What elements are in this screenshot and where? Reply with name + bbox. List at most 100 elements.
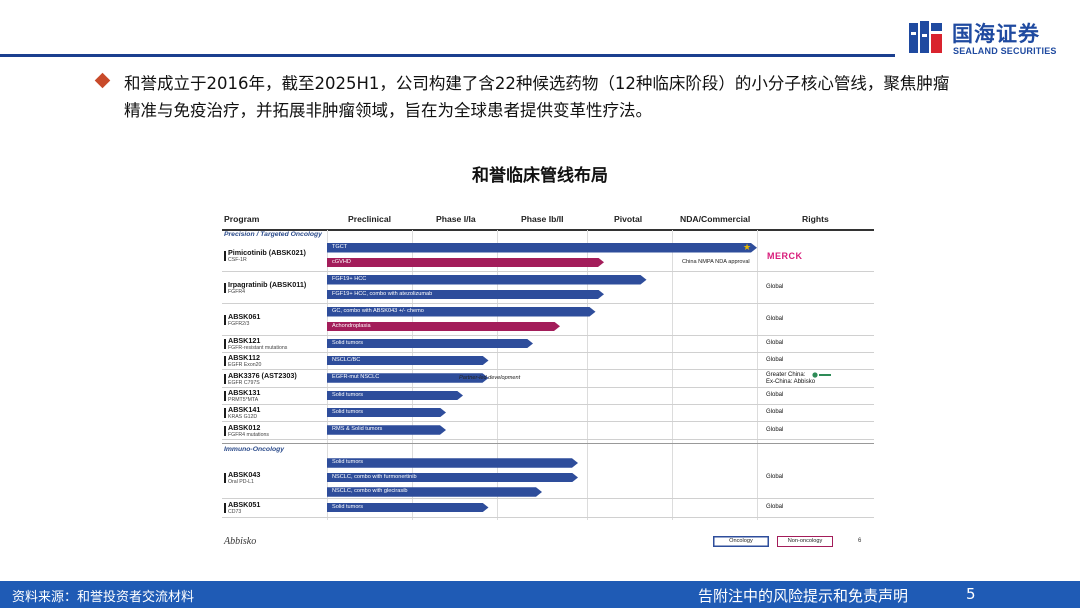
program-marker xyxy=(224,314,226,325)
pipeline-chart: Program Preclinical Phase I/Ia Phase Ib/… xyxy=(222,210,877,555)
program-marker xyxy=(224,373,226,384)
header-pivotal: Pivotal xyxy=(614,214,643,224)
pipeline-bar: Solid tumors xyxy=(327,339,533,349)
row-divider xyxy=(222,303,874,304)
program-rights: Global xyxy=(766,392,784,398)
program-name: ABSK043 xyxy=(228,470,261,479)
program-name: ABSK121 xyxy=(228,336,261,345)
pipeline-bar: TGCT xyxy=(327,243,757,253)
header-rights: Rights xyxy=(802,214,829,224)
pipeline-bar: Solid tumors xyxy=(327,391,463,401)
partner-logo-icon xyxy=(812,372,831,378)
row-divider xyxy=(222,352,874,353)
program-label: ABSK131 PRMT5*MTA xyxy=(228,388,260,403)
program-marker xyxy=(224,282,226,293)
diamond-bullet-icon xyxy=(94,72,111,89)
program-name: ABSK012 xyxy=(228,422,261,432)
column-divider xyxy=(757,230,758,520)
row-divider xyxy=(222,439,874,440)
header-program: Program xyxy=(224,214,260,224)
pipeline-bar: NSCLC/BC xyxy=(327,356,489,366)
program-label: Irpagratinib (ABSK011) FGFR4 xyxy=(228,280,306,295)
pipeline-bar: GC, combo with ABSK043 +/- chemo xyxy=(327,307,596,317)
row-divider xyxy=(222,517,874,518)
program-name: ABSK141 xyxy=(228,405,261,414)
program-target: FGFR-resistant mutations xyxy=(228,345,288,351)
program-rights: Global xyxy=(766,357,784,363)
company-logo: 国海证券 SEALAND SECURITIES xyxy=(908,18,1073,62)
program-label: ABSK043 Oral PD-L1 xyxy=(228,470,260,485)
program-rights: Global xyxy=(766,504,784,510)
summary-line-1: 和誉成立于2016年，截至2025H1，公司构建了含22种候选药物（12种临床阶… xyxy=(124,74,950,93)
program-rights: Global xyxy=(766,315,784,322)
program-marker xyxy=(224,503,226,513)
pipeline-bar: FGF19+ HCC xyxy=(327,275,647,285)
logo-chinese-name: 国海证券 xyxy=(952,22,1040,46)
abbisko-logo: Abbisko xyxy=(224,536,257,547)
program-target: EGFR Exon20 xyxy=(228,362,262,368)
program-rights: Global xyxy=(766,409,784,415)
pipeline-bar: Achondroplasia xyxy=(327,322,560,332)
program-label: ABK3376 (AST2303) EGFR C797S xyxy=(228,371,297,386)
slide: 国海证券 SEALAND SECURITIES 和誉成立于2016年，截至202… xyxy=(0,0,1080,608)
row-divider xyxy=(222,421,874,422)
program-name: ABK3376 (AST2303) xyxy=(228,370,297,380)
pipeline-bar: Solid tumors xyxy=(327,458,578,468)
row-divider xyxy=(222,498,874,499)
header-phase-2: Phase Ib/II xyxy=(521,214,564,224)
program-name: ABSK112 xyxy=(228,353,260,362)
section-immuno-oncology: Immuno-Oncology xyxy=(224,446,285,453)
pipeline-bar: NSCLC, combo with furmonertinib xyxy=(327,473,578,483)
column-divider xyxy=(587,230,588,520)
pipeline-bar: Solid tumors xyxy=(327,408,446,418)
program-marker xyxy=(224,339,226,349)
program-note: China NMPA NDA approval xyxy=(682,258,750,265)
row-divider xyxy=(222,369,874,370)
row-divider xyxy=(222,271,874,272)
footer-page-number: 5 xyxy=(966,585,976,603)
pipeline-bar: RMS & Solid tumors xyxy=(327,425,446,435)
program-label: ABSK141 KRAS G12D xyxy=(228,405,260,420)
section-divider xyxy=(222,443,874,444)
legend-oncology: Oncology xyxy=(713,536,769,547)
program-marker xyxy=(224,473,226,483)
program-name: Irpagratinib (ABSK011) xyxy=(228,279,307,289)
merck-logo: MERCK xyxy=(767,250,803,261)
star-icon: ★ xyxy=(743,242,752,252)
program-target: CD73 xyxy=(228,509,242,515)
pipeline-bar: Solid tumors xyxy=(327,503,489,513)
program-marker xyxy=(224,425,226,436)
program-rights: Greater China: xyxy=(766,372,806,378)
program-marker xyxy=(224,356,226,366)
pipeline-bar: cGVHD xyxy=(327,258,604,268)
program-target: FGFR4 xyxy=(228,288,246,295)
program-rights: Global xyxy=(766,283,784,290)
column-divider xyxy=(672,230,673,520)
row-divider xyxy=(222,335,874,336)
program-target: FGFR4 mutations xyxy=(228,431,269,438)
program-target: Oral PD-L1 xyxy=(228,479,254,485)
legend-non-oncology: Non-oncology xyxy=(777,536,833,547)
inner-page-number: 6 xyxy=(858,538,862,544)
header-phase-1: Phase I/Ia xyxy=(436,214,476,224)
sealand-logo-icon xyxy=(909,21,942,53)
program-marker xyxy=(224,391,226,401)
header-preclinical: Preclinical xyxy=(348,214,391,224)
footer-disclaimer: 告附注中的风险提示和免责声明 xyxy=(698,587,909,605)
program-name: ABSK131 xyxy=(228,388,261,397)
program-target: KRAS G12D xyxy=(228,414,258,420)
program-name: Pimicotinib (ABSK021) xyxy=(228,247,306,257)
program-label: ABSK012 FGFR4 mutations xyxy=(228,423,269,438)
program-marker xyxy=(224,250,226,261)
summary-paragraph: 和誉成立于2016年，截至2025H1，公司构建了含22种候选药物（12种临床阶… xyxy=(124,70,1024,124)
logo-english-name: SEALAND SECURITIES xyxy=(953,46,1057,56)
program-label: ABSK112 EGFR Exon20 xyxy=(228,353,261,368)
program-name: ABSK061 xyxy=(228,311,261,321)
section-precision-oncology: Precision / Targeted Oncology xyxy=(224,231,322,238)
program-target: CSF-1R xyxy=(228,256,247,263)
program-rights: Global xyxy=(766,474,784,480)
row-divider xyxy=(222,404,874,405)
header-rule xyxy=(0,54,895,57)
program-label: ABSK061 FGFR2/3 xyxy=(228,312,260,327)
program-target: FGFR2/3 xyxy=(228,320,250,327)
